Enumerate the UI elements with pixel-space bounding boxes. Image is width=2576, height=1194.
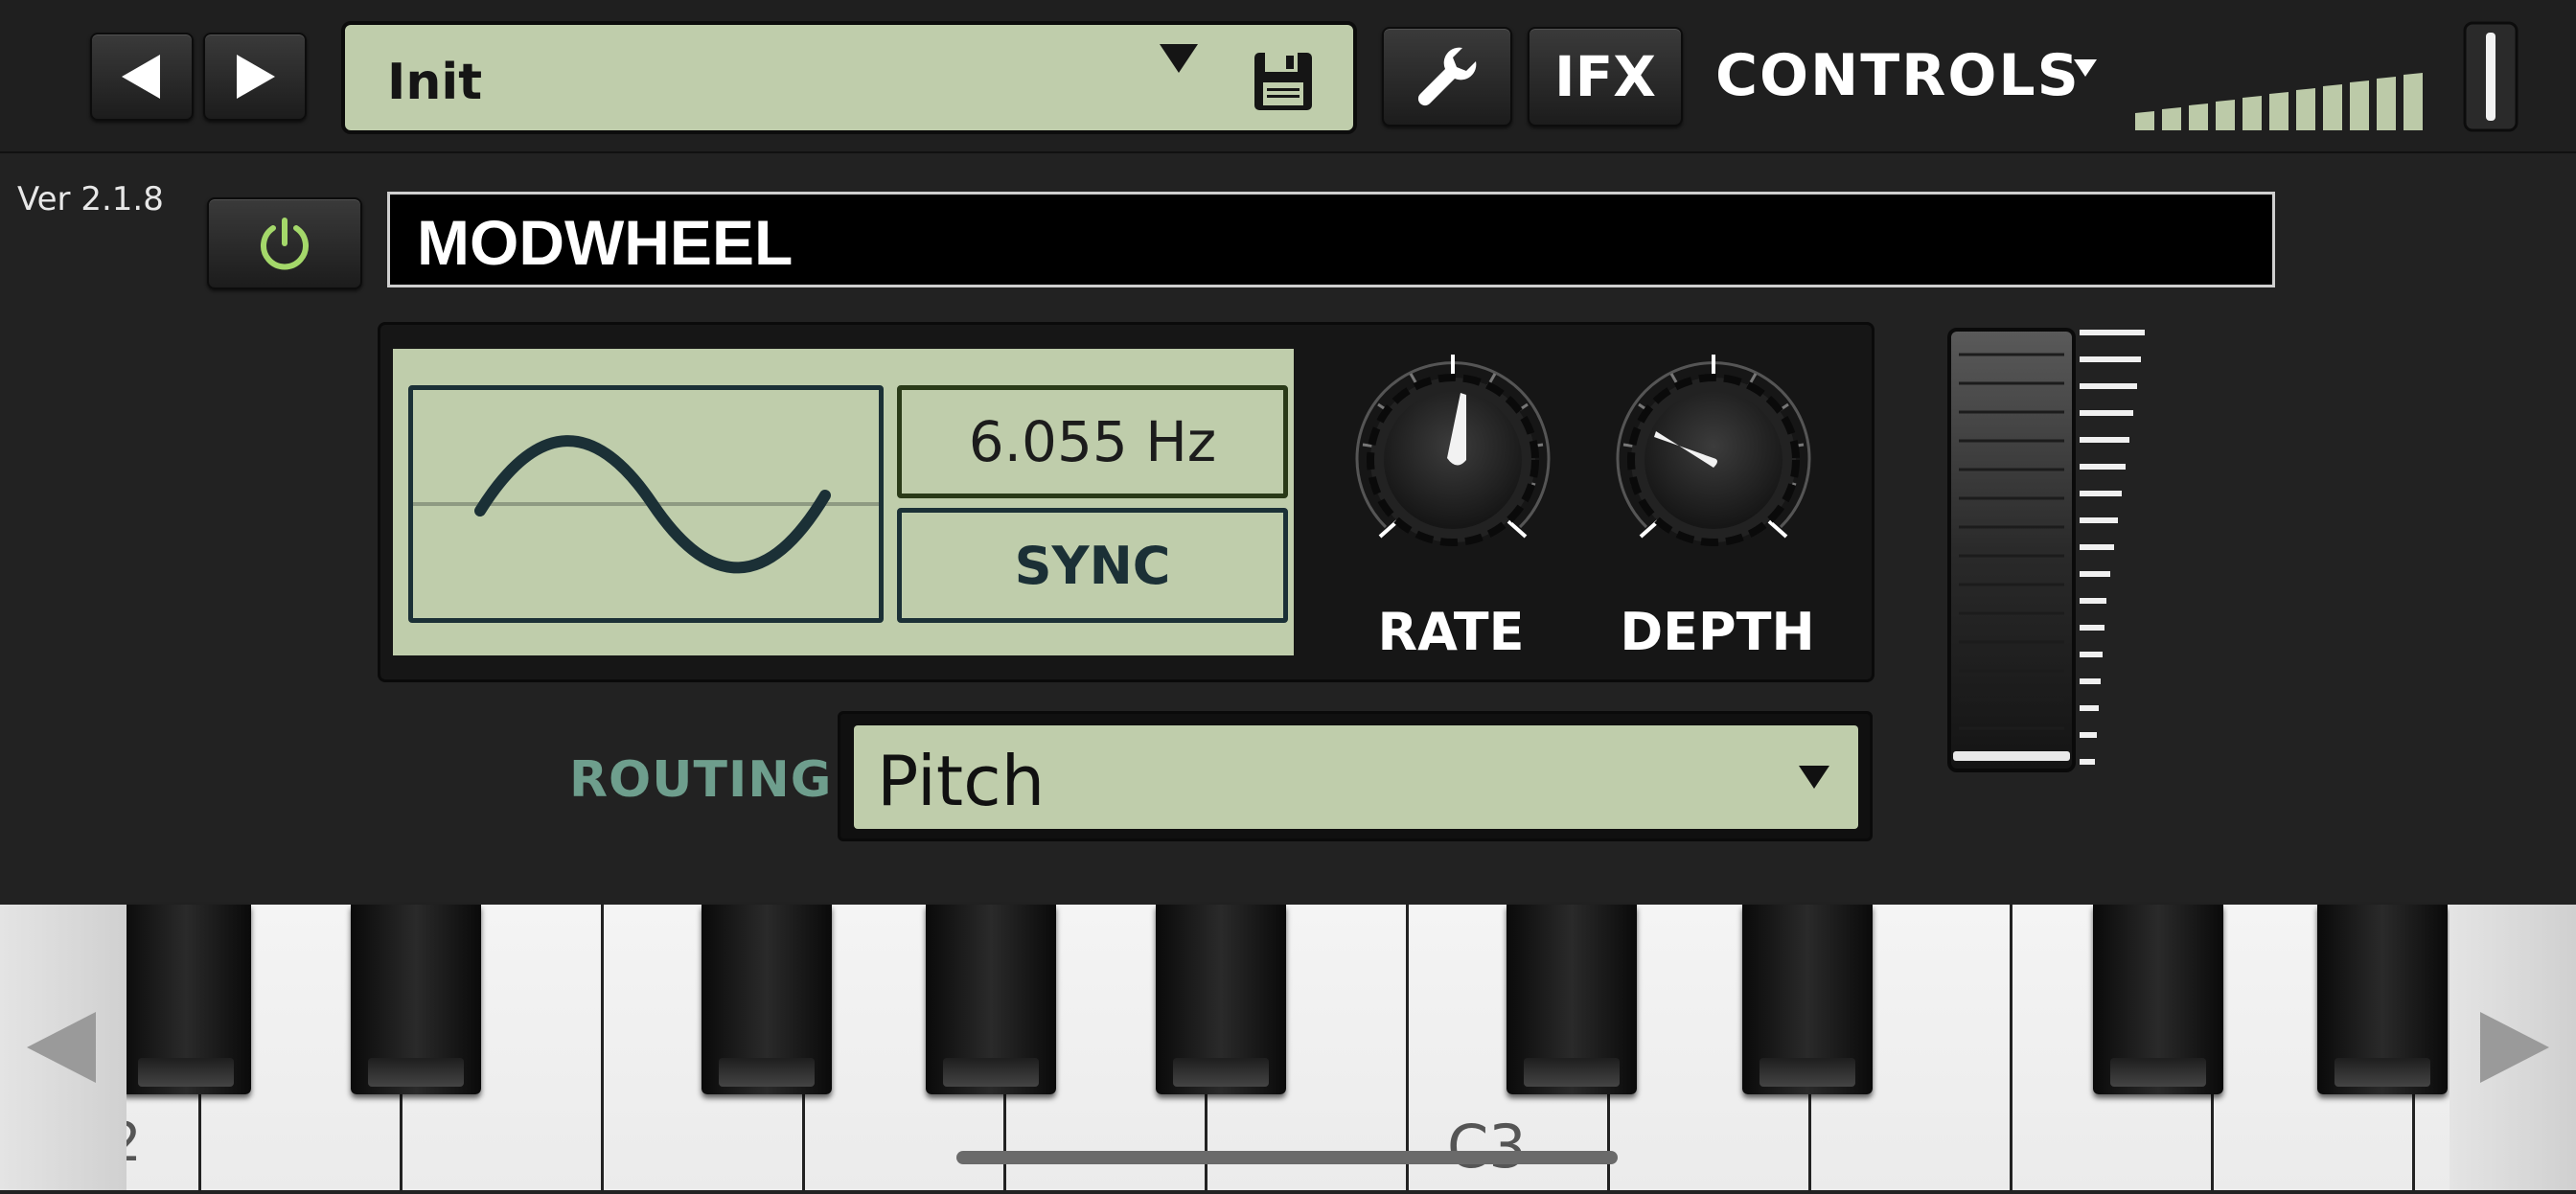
ifx-button[interactable]: IFX xyxy=(1528,27,1683,126)
black-key[interactable] xyxy=(702,905,832,1094)
settings-button[interactable] xyxy=(1382,27,1512,126)
piano-keyboard[interactable]: 2 C3 xyxy=(0,905,2576,1190)
control-title: MODWHEEL xyxy=(417,207,794,278)
waveform-selector[interactable] xyxy=(408,385,884,623)
floppy-disk-icon[interactable] xyxy=(1252,50,1315,113)
left-triangle-icon xyxy=(27,1012,96,1083)
frequency-value: 6.055 Hz xyxy=(968,409,1217,474)
routing-display: Pitch xyxy=(854,725,1858,829)
routing-value: Pitch xyxy=(877,741,1046,821)
home-indicator xyxy=(956,1151,1618,1164)
preset-selector[interactable]: Init xyxy=(341,21,1357,134)
routing-dropdown[interactable]: Pitch xyxy=(838,711,1873,841)
rate-label: RATE xyxy=(1377,602,1525,662)
right-triangle-icon xyxy=(2480,1012,2549,1083)
version-label: Ver 2.1.8 xyxy=(17,180,164,218)
frequency-display[interactable]: 6.055 Hz xyxy=(897,385,1288,498)
routing-label: ROUTING xyxy=(569,751,833,809)
keyboard-scroll-right[interactable] xyxy=(2450,905,2576,1190)
rate-knob[interactable] xyxy=(1342,349,1564,571)
routing-dropdown-arrow-icon xyxy=(1799,766,1829,789)
preset-dropdown-arrow-icon xyxy=(1160,44,1198,73)
controls-dropdown-arrow-icon[interactable] xyxy=(2074,59,2097,77)
black-key[interactable] xyxy=(1156,905,1286,1094)
prev-preset-button[interactable] xyxy=(90,33,194,121)
depth-knob[interactable] xyxy=(1602,349,1825,571)
controls-menu-label[interactable]: CONTROLS xyxy=(1715,42,2081,109)
octave-label-c3: C3 xyxy=(1447,1112,1527,1182)
wrench-icon xyxy=(1417,47,1477,106)
black-key[interactable] xyxy=(2093,905,2223,1094)
black-key[interactable] xyxy=(1506,905,1637,1094)
power-button[interactable] xyxy=(207,197,362,289)
black-key[interactable] xyxy=(351,905,481,1094)
modwheel-slider[interactable] xyxy=(1945,326,2156,786)
power-icon xyxy=(261,218,309,270)
prev-arrow-icon xyxy=(122,55,160,99)
black-key[interactable] xyxy=(2317,905,2448,1094)
black-key[interactable] xyxy=(1742,905,1873,1094)
preset-name: Init xyxy=(387,54,483,111)
black-key[interactable] xyxy=(121,905,251,1094)
volume-slider[interactable] xyxy=(2129,19,2532,134)
depth-label: DEPTH xyxy=(1620,602,1815,662)
sync-label: SYNC xyxy=(1014,535,1171,596)
control-title-field[interactable]: MODWHEEL xyxy=(387,192,2275,287)
keyboard-scroll-left[interactable] xyxy=(0,905,126,1190)
sync-button[interactable]: SYNC xyxy=(897,508,1288,623)
sine-wave-icon xyxy=(413,435,879,574)
ifx-label: IFX xyxy=(1554,44,1656,109)
next-arrow-icon xyxy=(237,55,275,99)
next-preset-button[interactable] xyxy=(203,33,307,121)
black-key[interactable] xyxy=(926,905,1056,1094)
